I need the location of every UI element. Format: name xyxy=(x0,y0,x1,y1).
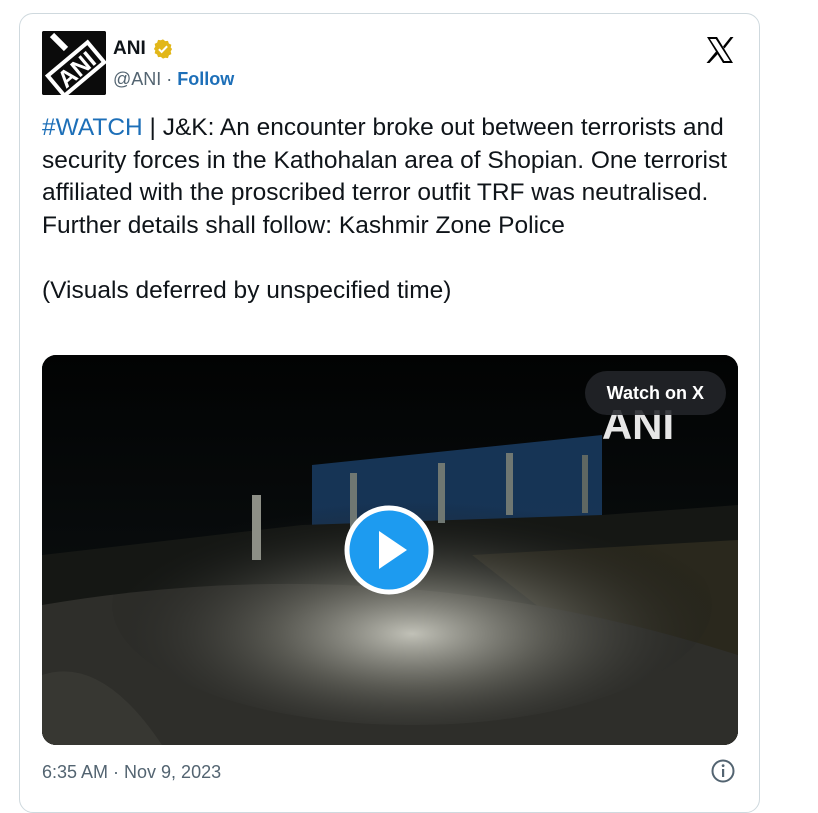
verified-badge-icon xyxy=(153,39,172,59)
tweet-text: #WATCH | J&K: An encounter broke out bet… xyxy=(42,112,742,307)
video-player[interactable]: ANI Watch on X xyxy=(42,355,738,745)
ani-logo: ANI xyxy=(42,31,106,95)
author-row: ANI xyxy=(113,38,174,60)
hashtag-link[interactable]: #WATCH xyxy=(42,114,143,141)
follow-button[interactable]: Follow xyxy=(177,69,234,89)
tweet-card: ANI ANI @ANI · Follow #WATCH | J&K: An e… xyxy=(19,13,760,813)
author-name[interactable]: ANI xyxy=(113,38,146,60)
tweet-body: | J&K: An encounter broke out between te… xyxy=(42,114,728,304)
x-logo-icon[interactable] xyxy=(704,34,736,66)
watch-on-x-button[interactable]: Watch on X xyxy=(584,371,726,415)
info-icon[interactable] xyxy=(710,758,736,784)
play-icon[interactable] xyxy=(344,505,434,595)
avatar[interactable]: ANI xyxy=(42,31,106,95)
tweet-timestamp[interactable]: 6:35 AM · Nov 9, 2023 xyxy=(42,762,221,783)
author-handle[interactable]: @ANI xyxy=(113,69,161,89)
separator-dot: · xyxy=(161,69,178,89)
handle-row: @ANI · Follow xyxy=(113,69,234,90)
